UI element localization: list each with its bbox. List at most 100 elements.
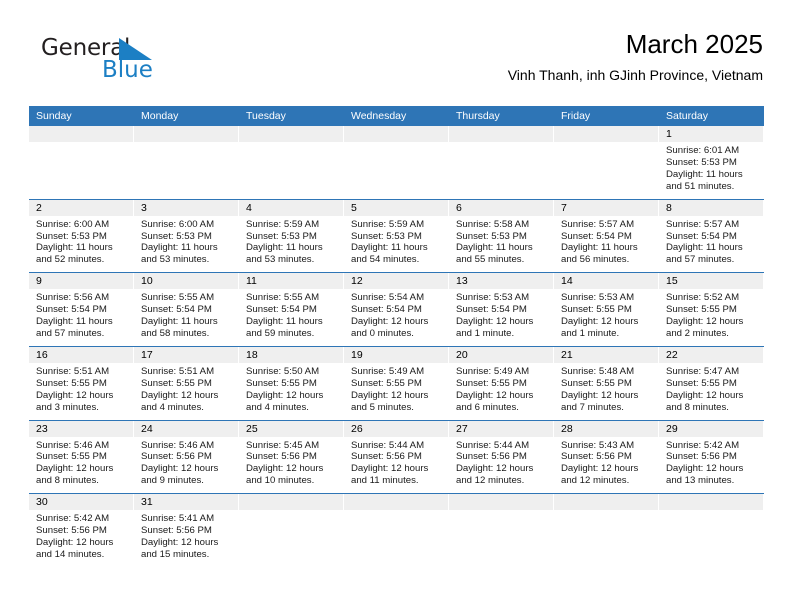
sunset-text: Sunset: 5:55 PM (666, 304, 737, 316)
day-cell[interactable] (554, 494, 659, 567)
day-details: Sunrise: 5:53 AM Sunset: 5:54 PM Dayligh… (449, 289, 554, 346)
day-cell[interactable]: 3 Sunrise: 6:00 AM Sunset: 5:53 PM Dayli… (134, 199, 239, 273)
day-cell[interactable]: 9 Sunrise: 5:56 AM Sunset: 5:54 PM Dayli… (29, 273, 134, 346)
day-number: 8 (659, 199, 764, 216)
daylight-text-line1: Daylight: 12 hours (561, 389, 639, 401)
day-details: Sunrise: 5:45 AM Sunset: 5:56 PM Dayligh… (239, 437, 344, 494)
day-cell[interactable] (344, 494, 449, 567)
sunrise-text: Sunrise: 5:53 AM (561, 292, 635, 304)
daylight-text-line2: and 4 minutes. (141, 401, 204, 413)
sunrise-text: Sunrise: 5:55 AM (141, 292, 215, 304)
day-cell[interactable] (239, 126, 344, 199)
day-cell[interactable]: 11 Sunrise: 5:55 AM Sunset: 5:54 PM Dayl… (239, 273, 344, 346)
day-cell[interactable]: 24 Sunrise: 5:46 AM Sunset: 5:56 PM Dayl… (134, 420, 239, 494)
day-details (344, 510, 449, 565)
day-cell[interactable]: 15 Sunrise: 5:52 AM Sunset: 5:55 PM Dayl… (659, 273, 764, 346)
day-cell[interactable] (449, 494, 554, 567)
daylight-text-line1: Daylight: 12 hours (351, 316, 429, 328)
day-cell[interactable]: 12 Sunrise: 5:54 AM Sunset: 5:54 PM Dayl… (344, 273, 449, 346)
day-cell[interactable]: 1 Sunrise: 6:01 AM Sunset: 5:53 PM Dayli… (659, 126, 764, 199)
daylight-text-line2: and 0 minutes. (351, 327, 414, 339)
sunrise-text: Sunrise: 5:56 AM (36, 292, 110, 304)
daylight-text-line2: and 53 minutes. (141, 254, 210, 266)
daylight-text-line2: and 59 minutes. (246, 327, 315, 339)
day-number: 9 (29, 273, 134, 290)
day-cell[interactable]: 14 Sunrise: 5:53 AM Sunset: 5:55 PM Dayl… (554, 273, 659, 346)
general-blue-logo[interactable]: General Blue (41, 36, 221, 92)
day-number (29, 126, 134, 142)
sunset-text: Sunset: 5:56 PM (561, 451, 632, 463)
day-cell[interactable]: 16 Sunrise: 5:51 AM Sunset: 5:55 PM Dayl… (29, 346, 134, 420)
calendar-week-row: 1 Sunrise: 6:01 AM Sunset: 5:53 PM Dayli… (29, 126, 764, 200)
day-number (344, 494, 449, 511)
day-details (659, 510, 764, 565)
day-cell[interactable]: 21 Sunrise: 5:48 AM Sunset: 5:55 PM Dayl… (554, 346, 659, 420)
day-cell[interactable] (29, 126, 134, 199)
day-cell[interactable]: 23 Sunrise: 5:46 AM Sunset: 5:55 PM Dayl… (29, 420, 134, 494)
day-number (554, 494, 659, 511)
day-cell[interactable]: 10 Sunrise: 5:55 AM Sunset: 5:54 PM Dayl… (134, 273, 239, 346)
day-cell[interactable] (134, 126, 239, 199)
day-cell[interactable] (344, 126, 449, 199)
day-cell[interactable]: 4 Sunrise: 5:59 AM Sunset: 5:53 PM Dayli… (239, 199, 344, 273)
day-details (554, 510, 659, 565)
sunrise-text: Sunrise: 5:55 AM (246, 292, 320, 304)
daylight-text-line2: and 8 minutes. (666, 401, 729, 413)
day-cell[interactable] (554, 126, 659, 199)
day-cell[interactable] (239, 494, 344, 567)
day-cell[interactable]: 2 Sunrise: 6:00 AM Sunset: 5:53 PM Dayli… (29, 199, 134, 273)
sunset-text: Sunset: 5:54 PM (666, 230, 737, 242)
sunrise-text: Sunrise: 5:57 AM (666, 218, 740, 230)
day-cell[interactable]: 22 Sunrise: 5:47 AM Sunset: 5:55 PM Dayl… (659, 346, 764, 420)
day-cell[interactable]: 28 Sunrise: 5:43 AM Sunset: 5:56 PM Dayl… (554, 420, 659, 494)
day-cell[interactable]: 26 Sunrise: 5:44 AM Sunset: 5:56 PM Dayl… (344, 420, 449, 494)
day-cell[interactable]: 6 Sunrise: 5:58 AM Sunset: 5:53 PM Dayli… (449, 199, 554, 273)
day-cell[interactable]: 17 Sunrise: 5:51 AM Sunset: 5:55 PM Dayl… (134, 346, 239, 420)
day-cell[interactable]: 27 Sunrise: 5:44 AM Sunset: 5:56 PM Dayl… (449, 420, 554, 494)
day-number: 21 (554, 346, 659, 363)
day-details: Sunrise: 5:53 AM Sunset: 5:55 PM Dayligh… (554, 289, 659, 346)
daylight-text-line1: Daylight: 11 hours (351, 242, 428, 254)
daylight-text-line2: and 15 minutes. (141, 548, 210, 560)
daylight-text-line2: and 4 minutes. (246, 401, 309, 413)
sunrise-text: Sunrise: 5:48 AM (561, 365, 635, 377)
daylight-text-line2: and 52 minutes. (36, 254, 105, 266)
day-cell[interactable]: 25 Sunrise: 5:45 AM Sunset: 5:56 PM Dayl… (239, 420, 344, 494)
daylight-text-line2: and 58 minutes. (141, 327, 210, 339)
day-cell[interactable]: 13 Sunrise: 5:53 AM Sunset: 5:54 PM Dayl… (449, 273, 554, 346)
day-cell[interactable]: 8 Sunrise: 5:57 AM Sunset: 5:54 PM Dayli… (659, 199, 764, 273)
day-details: Sunrise: 5:59 AM Sunset: 5:53 PM Dayligh… (344, 216, 449, 273)
weekday-header-friday: Friday (561, 110, 591, 122)
day-cell[interactable]: 5 Sunrise: 5:59 AM Sunset: 5:53 PM Dayli… (344, 199, 449, 273)
daylight-text-line1: Daylight: 12 hours (666, 316, 744, 328)
daylight-text-line1: Daylight: 11 hours (246, 316, 323, 328)
day-cell[interactable] (449, 126, 554, 199)
sunset-text: Sunset: 5:53 PM (36, 230, 107, 242)
day-cell[interactable]: 31 Sunrise: 5:41 AM Sunset: 5:56 PM Dayl… (134, 494, 239, 567)
sunset-text: Sunset: 5:56 PM (141, 451, 212, 463)
day-details: Sunrise: 6:01 AM Sunset: 5:53 PM Dayligh… (659, 142, 764, 199)
sunrise-text: Sunrise: 5:47 AM (666, 365, 740, 377)
day-number: 12 (344, 273, 449, 290)
day-cell[interactable]: 7 Sunrise: 5:57 AM Sunset: 5:54 PM Dayli… (554, 199, 659, 273)
calendar-week-row: 16 Sunrise: 5:51 AM Sunset: 5:55 PM Dayl… (29, 346, 764, 421)
day-cell[interactable]: 30 Sunrise: 5:42 AM Sunset: 5:56 PM Dayl… (29, 494, 134, 567)
sunrise-text: Sunrise: 5:44 AM (456, 439, 530, 451)
day-number (344, 126, 449, 142)
day-number: 13 (449, 273, 554, 290)
day-cell[interactable] (659, 494, 764, 567)
daylight-text-line1: Daylight: 12 hours (666, 389, 744, 401)
day-details: Sunrise: 5:58 AM Sunset: 5:53 PM Dayligh… (449, 216, 554, 273)
day-cell[interactable]: 29 Sunrise: 5:42 AM Sunset: 5:56 PM Dayl… (659, 420, 764, 494)
sunset-text: Sunset: 5:55 PM (141, 377, 212, 389)
daylight-text-line2: and 57 minutes. (36, 327, 105, 339)
day-number: 23 (29, 420, 134, 437)
day-cell[interactable]: 18 Sunrise: 5:50 AM Sunset: 5:55 PM Dayl… (239, 346, 344, 420)
day-cell[interactable]: 20 Sunrise: 5:49 AM Sunset: 5:55 PM Dayl… (449, 346, 554, 420)
day-cell[interactable]: 19 Sunrise: 5:49 AM Sunset: 5:55 PM Dayl… (344, 346, 449, 420)
day-details (449, 142, 554, 197)
day-details: Sunrise: 5:48 AM Sunset: 5:55 PM Dayligh… (554, 363, 659, 420)
daylight-text-line1: Daylight: 12 hours (141, 536, 219, 548)
daylight-text-line2: and 8 minutes. (36, 475, 99, 487)
sunset-text: Sunset: 5:56 PM (36, 525, 107, 537)
